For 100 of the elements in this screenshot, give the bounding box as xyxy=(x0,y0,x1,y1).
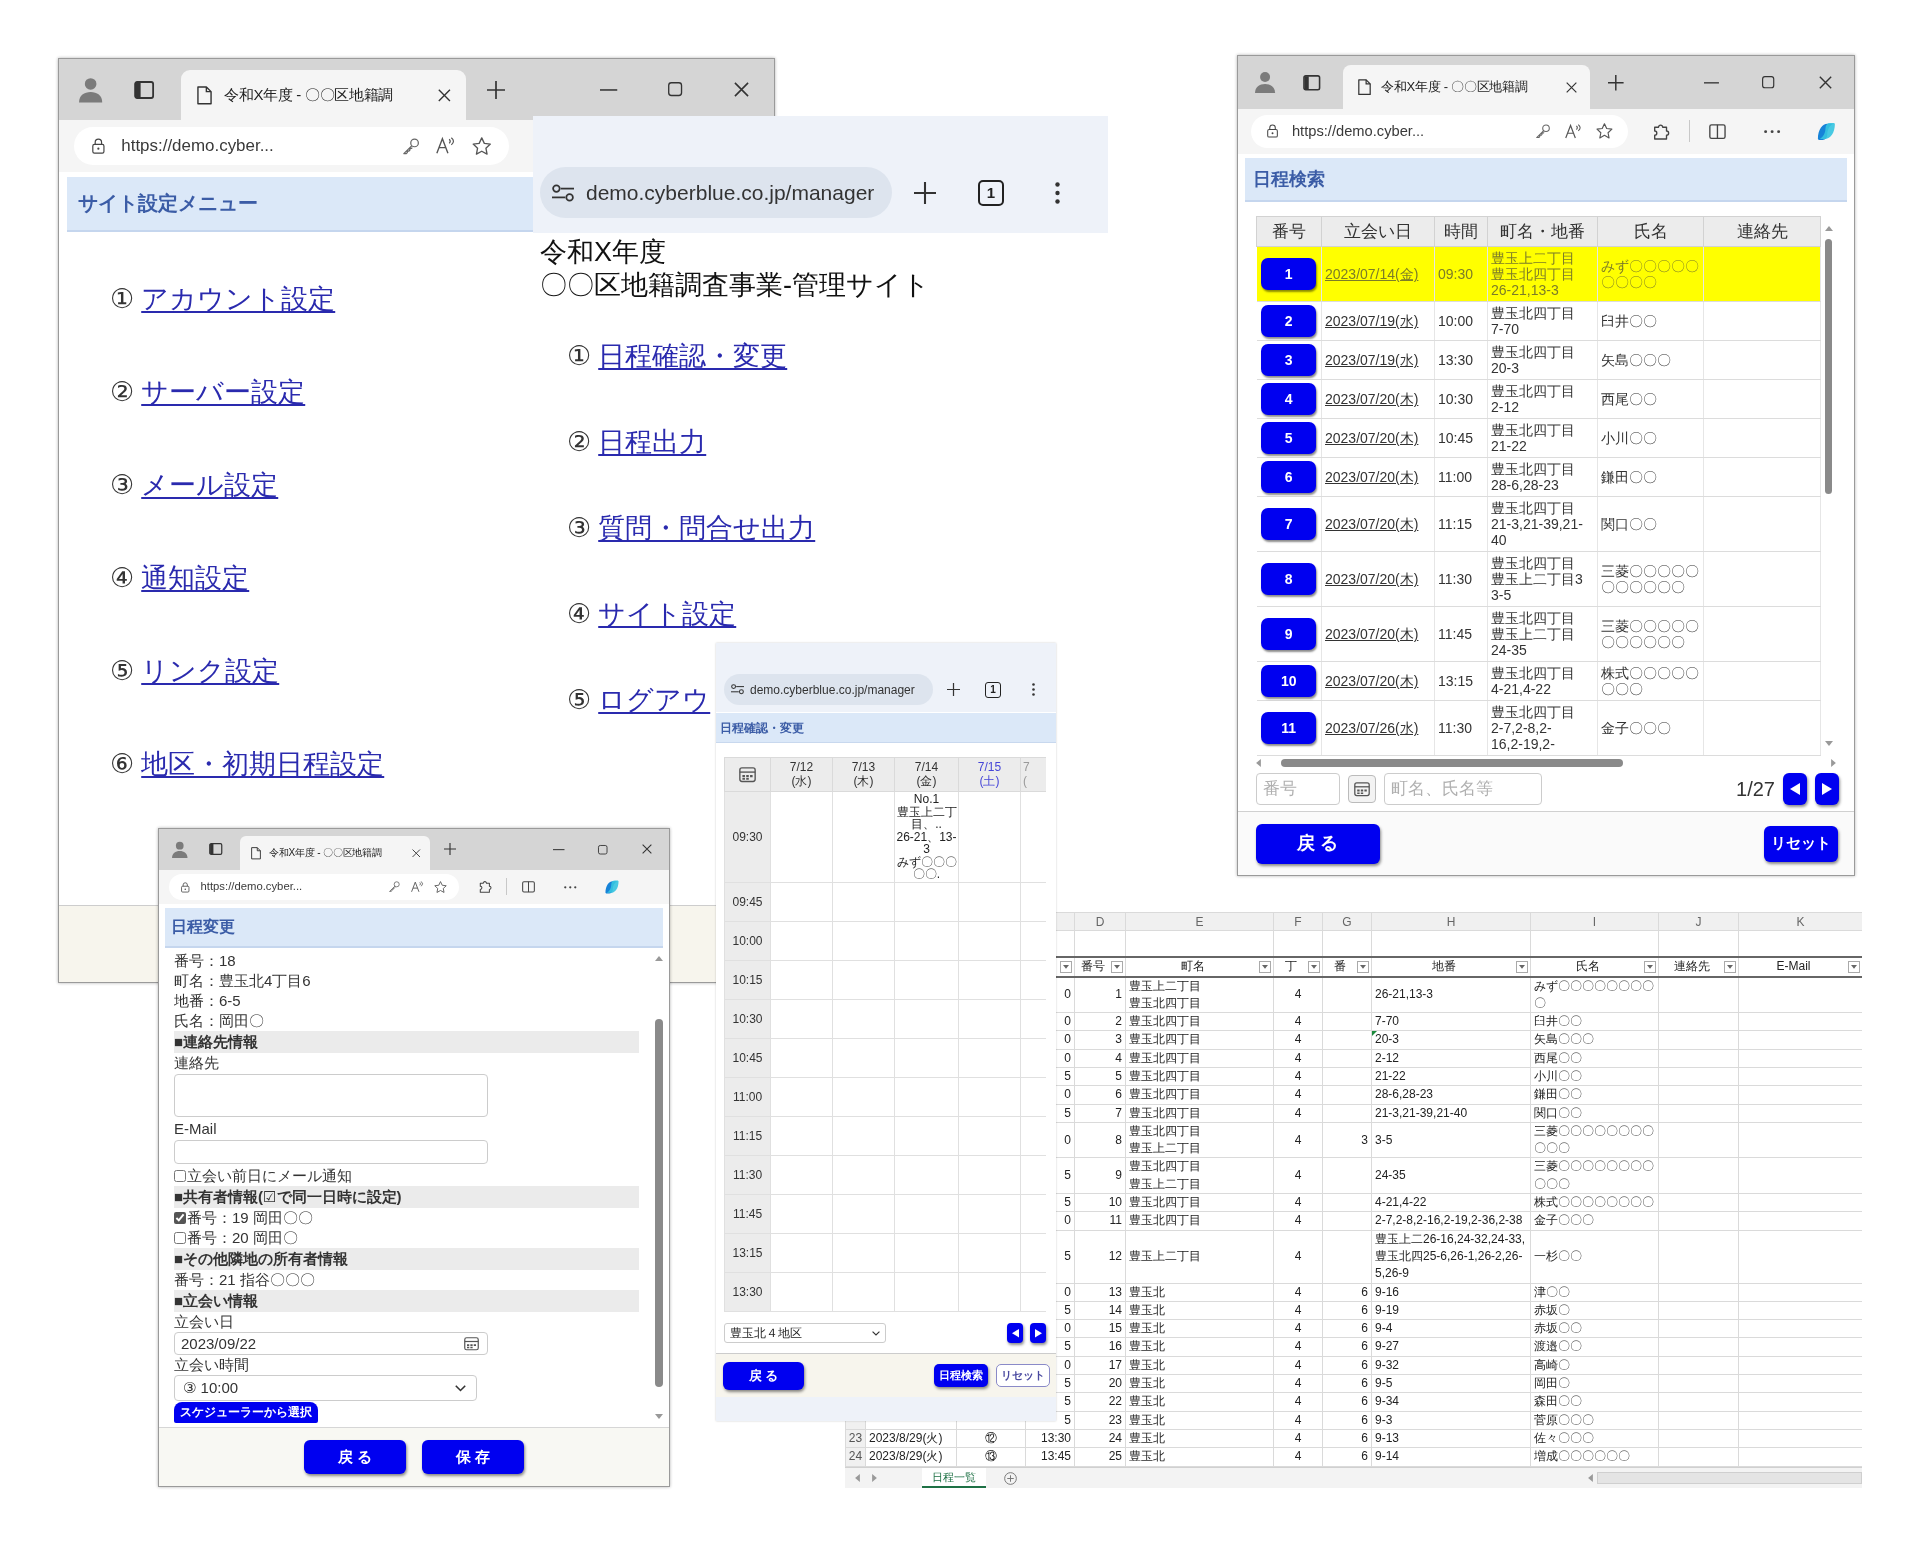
plus-icon[interactable] xyxy=(486,80,505,99)
key-icon[interactable] xyxy=(1536,124,1551,139)
row-number-button[interactable]: 11 xyxy=(1261,712,1317,745)
date-link[interactable]: 2023/07/20(木) xyxy=(1325,673,1419,690)
filter-button[interactable] xyxy=(1308,960,1320,973)
date-link[interactable]: 2023/07/20(木) xyxy=(1325,469,1419,486)
close-icon[interactable] xyxy=(411,848,420,858)
row-number-button[interactable]: 1 xyxy=(1261,258,1317,291)
filter-button[interactable] xyxy=(1724,960,1736,973)
day-header[interactable]: 7/13 (木) xyxy=(832,757,895,792)
menu-link[interactable]: 日程確認・変更 xyxy=(598,339,788,373)
profile-icon[interactable] xyxy=(1255,71,1276,94)
table-row[interactable]: 3 2023/07/19(水) 13:30 豊玉北四丁目 20-3 矢島〇〇〇 xyxy=(1256,340,1821,380)
previous-week-button[interactable] xyxy=(1007,1323,1023,1343)
key-icon[interactable] xyxy=(388,881,400,893)
close-icon[interactable] xyxy=(1566,81,1578,93)
lock-icon[interactable] xyxy=(181,881,190,893)
scroll-left-icon[interactable] xyxy=(1588,1474,1593,1482)
date-link[interactable]: 2023/07/20(木) xyxy=(1325,516,1419,533)
row-number-button[interactable]: 5 xyxy=(1261,422,1317,455)
next-page-button[interactable] xyxy=(1815,773,1839,806)
lock-icon[interactable] xyxy=(1266,124,1278,139)
close-icon[interactable] xyxy=(642,844,652,855)
row-number-button[interactable]: 7 xyxy=(1261,508,1317,541)
scroll-up-icon[interactable] xyxy=(655,956,663,962)
menu-link[interactable]: サイト設定 xyxy=(598,597,737,631)
star-icon[interactable] xyxy=(1595,123,1613,140)
minimize-icon[interactable] xyxy=(553,848,565,850)
previous-page-button[interactable] xyxy=(1783,773,1807,806)
column-letter[interactable]: K xyxy=(1738,912,1862,931)
split-screen-icon[interactable] xyxy=(521,881,535,893)
filter-button[interactable] xyxy=(1516,960,1528,973)
puzzle-icon[interactable] xyxy=(1653,122,1671,140)
more-icon[interactable] xyxy=(1054,181,1060,204)
text-input-field[interactable] xyxy=(174,1140,488,1165)
scroll-left-icon[interactable] xyxy=(855,1474,860,1482)
row-number-button[interactable]: 2 xyxy=(1261,305,1317,338)
filter-button[interactable] xyxy=(1357,960,1369,973)
calendar-icon[interactable] xyxy=(739,766,756,783)
puzzle-icon[interactable] xyxy=(478,880,492,894)
save-button[interactable]: 保 存 xyxy=(422,1440,524,1474)
date-link[interactable]: 2023/07/20(木) xyxy=(1325,391,1419,408)
text-area-field[interactable] xyxy=(174,1074,488,1118)
sheet-tab[interactable]: 日程一覧 xyxy=(922,1468,986,1488)
row-number-button[interactable]: 6 xyxy=(1261,461,1317,494)
date-link[interactable]: 2023/07/26(水) xyxy=(1325,720,1419,737)
checkbox[interactable] xyxy=(174,1232,186,1245)
search-button[interactable]: 日程検索 xyxy=(934,1364,988,1387)
read-aloud-icon[interactable] xyxy=(436,137,455,155)
table-row[interactable]: 4 2023/07/20(木) 10:30 豊玉北四丁目 2-12 西尾〇〇 xyxy=(1256,379,1821,419)
plus-circle-icon[interactable] xyxy=(1004,1471,1017,1485)
profile-icon[interactable] xyxy=(78,76,103,103)
sliders-icon[interactable] xyxy=(552,183,574,202)
row-number-button[interactable]: 4 xyxy=(1261,383,1317,416)
menu-link[interactable]: リンク設定 xyxy=(141,653,280,688)
menu-link[interactable]: メール設定 xyxy=(141,467,279,502)
filter-button[interactable] xyxy=(1644,960,1656,973)
scrollbar-thumb[interactable] xyxy=(655,1019,663,1388)
plus-icon[interactable] xyxy=(444,843,456,856)
date-field[interactable]: 2023/09/22 xyxy=(174,1332,488,1356)
plus-icon[interactable] xyxy=(1608,74,1625,91)
row-number-button[interactable]: 3 xyxy=(1261,344,1317,377)
sidebar-icon[interactable] xyxy=(134,80,155,99)
scroll-up-icon[interactable] xyxy=(1824,226,1833,232)
plus-icon[interactable] xyxy=(946,683,960,696)
address-bar[interactable]: https://demo.cyber... xyxy=(74,126,509,166)
menu-link[interactable]: 通知設定 xyxy=(141,560,250,595)
column-letter[interactable]: I xyxy=(1530,912,1659,931)
lock-icon[interactable] xyxy=(92,137,105,154)
more-icon[interactable] xyxy=(1763,129,1781,133)
key-icon[interactable] xyxy=(403,137,420,155)
maximize-icon[interactable] xyxy=(598,844,608,855)
table-row[interactable]: 11 2023/07/26(水) 11:30 豊玉北四丁目 2-7,2-8,2- 16,2-19,2- 金子〇〇〇 xyxy=(1256,700,1821,756)
column-letter[interactable]: G xyxy=(1322,912,1372,931)
more-icon[interactable] xyxy=(1031,683,1035,696)
date-link[interactable]: 2023/07/19(水) xyxy=(1325,313,1419,330)
scroll-down-icon[interactable] xyxy=(1824,741,1833,747)
address-bar[interactable]: https://demo.cyber... xyxy=(1251,114,1628,148)
scrollbar-track[interactable] xyxy=(1597,1472,1862,1484)
scroll-right-icon[interactable] xyxy=(872,1474,877,1482)
plus-icon[interactable] xyxy=(914,181,936,204)
scroll-left-icon[interactable] xyxy=(1256,758,1261,767)
scroll-down-icon[interactable] xyxy=(655,1414,663,1419)
day-header[interactable]: 7/14 (金) xyxy=(894,757,959,792)
table-row[interactable]: 6 2023/07/20(木) 11:00 豊玉北四丁目 28-6,28-23 鎌田〇〇 xyxy=(1256,457,1821,497)
address-bar[interactable]: demo.cyberblue.co.jp/manager xyxy=(540,167,892,218)
close-icon[interactable] xyxy=(733,82,749,97)
back-button[interactable]: 戻 る xyxy=(1256,823,1380,864)
menu-link[interactable]: 日程出力 xyxy=(598,425,707,459)
filter-button[interactable] xyxy=(1259,960,1271,973)
date-link[interactable]: 2023/07/20(木) xyxy=(1325,626,1419,643)
table-row[interactable]: 2 2023/07/19(水) 10:00 豊玉北四丁目 7-70 臼井〇〇 xyxy=(1256,301,1821,341)
search-field[interactable]: 町名、氏名等 xyxy=(1384,773,1542,806)
star-icon[interactable] xyxy=(434,880,447,894)
table-row[interactable]: 5 2023/07/20(木) 10:45 豊玉北四丁目 21-22 小川〇〇 xyxy=(1256,418,1821,458)
event-text[interactable]: No.1 豊玉上二丁目、.. 26-21、13-3 みず〇〇〇〇〇. xyxy=(895,792,958,882)
checkbox[interactable] xyxy=(174,1212,186,1225)
scroll-right-icon[interactable] xyxy=(1831,758,1836,767)
close-icon[interactable] xyxy=(437,88,451,102)
browser-tab[interactable]: 令和X年度 - 〇〇区地籍調 xyxy=(240,836,430,870)
